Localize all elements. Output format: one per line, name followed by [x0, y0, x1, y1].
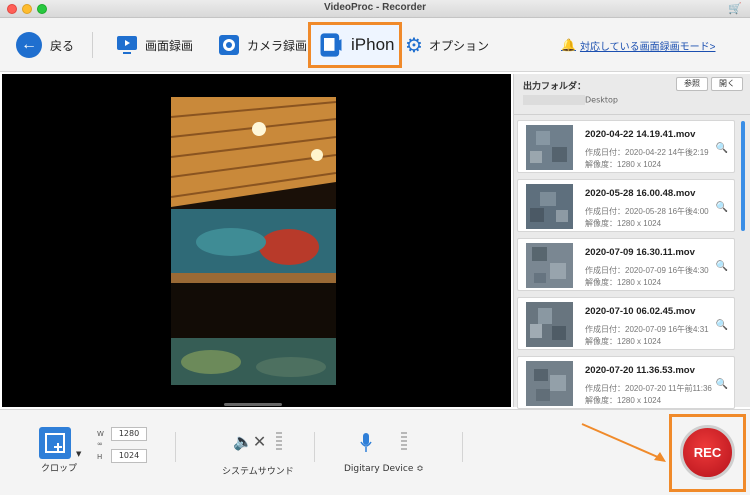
crop-label: クロップ	[41, 464, 78, 474]
search-icon[interactable]: 🔍	[716, 320, 728, 331]
system-sound-label: システムサウンド	[222, 467, 294, 477]
recording-filename: 2020-05-28 16.00.48.mov	[585, 188, 696, 199]
recording-resolution: 解像度：1280 x 1024	[585, 278, 662, 287]
screen-record-button[interactable]: 画面録画	[115, 18, 193, 72]
height-input[interactable]: 1024	[111, 449, 147, 463]
iphone-icon	[320, 33, 342, 57]
system-volume-meter	[276, 432, 282, 452]
options-label: オプション	[428, 38, 489, 53]
link-ratio-icon[interactable]: ∞	[97, 440, 103, 448]
height-label: H	[97, 453, 103, 461]
mic-volume-meter	[401, 432, 407, 452]
recording-created: 作成日付：2020-07-20 11午前11:36	[585, 384, 712, 393]
recording-item[interactable]: 2020-07-09 16.30.11.mov 作成日付：2020-07-09 …	[517, 238, 735, 291]
iphone-screen-preview	[171, 97, 336, 385]
recording-created: 作成日付：2020-04-22 14午後2:19	[585, 148, 709, 157]
crop-dropdown-icon[interactable]: ▼	[76, 450, 81, 458]
recording-created: 作成日付：2020-07-09 16午後4:30	[585, 266, 709, 275]
recording-filename: 2020-04-22 14.19.41.mov	[585, 129, 696, 140]
output-folder-label: 出力フォルダ：	[523, 82, 587, 92]
output-panel: 出力フォルダ： 参照 開く Desktop 2020-04-22 14.19.4…	[513, 74, 750, 409]
camera-record-label: カメラ録画	[247, 38, 308, 53]
cart-icon[interactable]: 🛒	[728, 2, 742, 15]
recording-thumbnail	[526, 125, 573, 170]
bottom-divider	[175, 432, 176, 462]
compatible-modes-label: 対応している画面録画モード>	[579, 41, 716, 53]
recording-item[interactable]: 2020-05-28 16.00.48.mov 作成日付：2020-05-28 …	[517, 179, 735, 232]
iphone-record-label: iPhon	[351, 35, 395, 54]
microphone-icon[interactable]	[359, 432, 373, 454]
recording-filename: 2020-07-20 11.36.53.mov	[585, 365, 695, 376]
recording-thumbnail	[526, 302, 573, 347]
recording-filename: 2020-07-10 06.02.45.mov	[585, 306, 696, 317]
recording-thumbnail	[526, 184, 573, 229]
recording-item[interactable]: 2020-07-20 11.36.53.mov 作成日付：2020-07-20 …	[517, 356, 735, 409]
options-button[interactable]: ⚙ オプション	[405, 18, 489, 72]
list-scrollbar[interactable]	[741, 121, 745, 231]
iphone-record-button[interactable]: iPhon	[308, 22, 402, 68]
crop-icon	[45, 433, 65, 453]
recording-created: 作成日付：2020-05-28 16午後4:00	[585, 207, 709, 216]
recording-thumbnail	[526, 361, 573, 406]
path-suffix: Desktop	[585, 95, 618, 105]
camera-record-button[interactable]: カメラ録画	[217, 18, 307, 72]
toolbar: ← 戻る 画面録画 カメラ録画 iPhon ⚙ オプション 🔔 対応している画面…	[0, 18, 750, 72]
speaker-muted-icon[interactable]: 🔈✕	[233, 432, 266, 451]
recording-resolution: 解像度：1280 x 1024	[585, 337, 662, 346]
bottom-divider	[314, 432, 315, 462]
recording-item[interactable]: 2020-07-10 06.02.45.mov 作成日付：2020-07-09 …	[517, 297, 735, 350]
recording-filename: 2020-07-09 16.30.11.mov	[585, 247, 695, 258]
window-title: VideoProc - Recorder	[323, 2, 427, 13]
back-label: 戻る	[50, 38, 75, 53]
output-path: Desktop	[523, 95, 618, 105]
gear-icon: ⚙	[405, 34, 423, 57]
back-button[interactable]: ← 戻る	[16, 18, 74, 72]
back-arrow-icon: ←	[16, 32, 42, 58]
monitor-icon	[117, 36, 137, 54]
preview-image	[171, 97, 336, 385]
rec-button[interactable]: REC	[680, 425, 735, 480]
search-icon[interactable]: 🔍	[716, 261, 728, 272]
annotation-arrow	[581, 423, 666, 462]
open-folder-button[interactable]: 開く	[711, 77, 743, 91]
search-icon[interactable]: 🔍	[716, 202, 728, 213]
recording-created: 作成日付：2020-07-09 16午後4:31	[585, 325, 709, 334]
width-label: W	[97, 430, 104, 438]
recording-resolution: 解像度：1280 x 1024	[585, 219, 662, 228]
rec-highlight: REC	[669, 414, 746, 492]
width-input[interactable]: 1280	[111, 427, 147, 441]
bell-icon: 🔔	[561, 38, 576, 52]
search-icon[interactable]: 🔍	[716, 379, 728, 390]
recording-resolution: 解像度：1280 x 1024	[585, 396, 662, 405]
screen-record-label: 画面録画	[145, 38, 194, 53]
recording-preview	[2, 74, 511, 407]
compatible-modes-link[interactable]: 🔔 対応している画面録画モード>	[561, 18, 716, 72]
bottom-divider	[462, 432, 463, 462]
webcam-icon	[219, 35, 239, 55]
recording-resolution: 解像度：1280 x 1024	[585, 160, 662, 169]
path-redacted	[523, 95, 585, 105]
crop-button[interactable]	[39, 427, 71, 459]
panel-divider	[514, 114, 750, 115]
recording-thumbnail	[526, 243, 573, 288]
mic-device-select[interactable]: Digitary Device ≎	[344, 464, 424, 474]
title-bar: VideoProc - Recorder 🛒	[0, 0, 750, 18]
toolbar-divider	[92, 32, 93, 58]
preview-scroll-indicator	[224, 403, 282, 406]
recordings-list: 2020-04-22 14.19.41.mov 作成日付：2020-04-22 …	[517, 120, 739, 415]
recording-item[interactable]: 2020-04-22 14.19.41.mov 作成日付：2020-04-22 …	[517, 120, 735, 173]
search-icon[interactable]: 🔍	[716, 143, 728, 154]
browse-button[interactable]: 参照	[676, 77, 708, 91]
